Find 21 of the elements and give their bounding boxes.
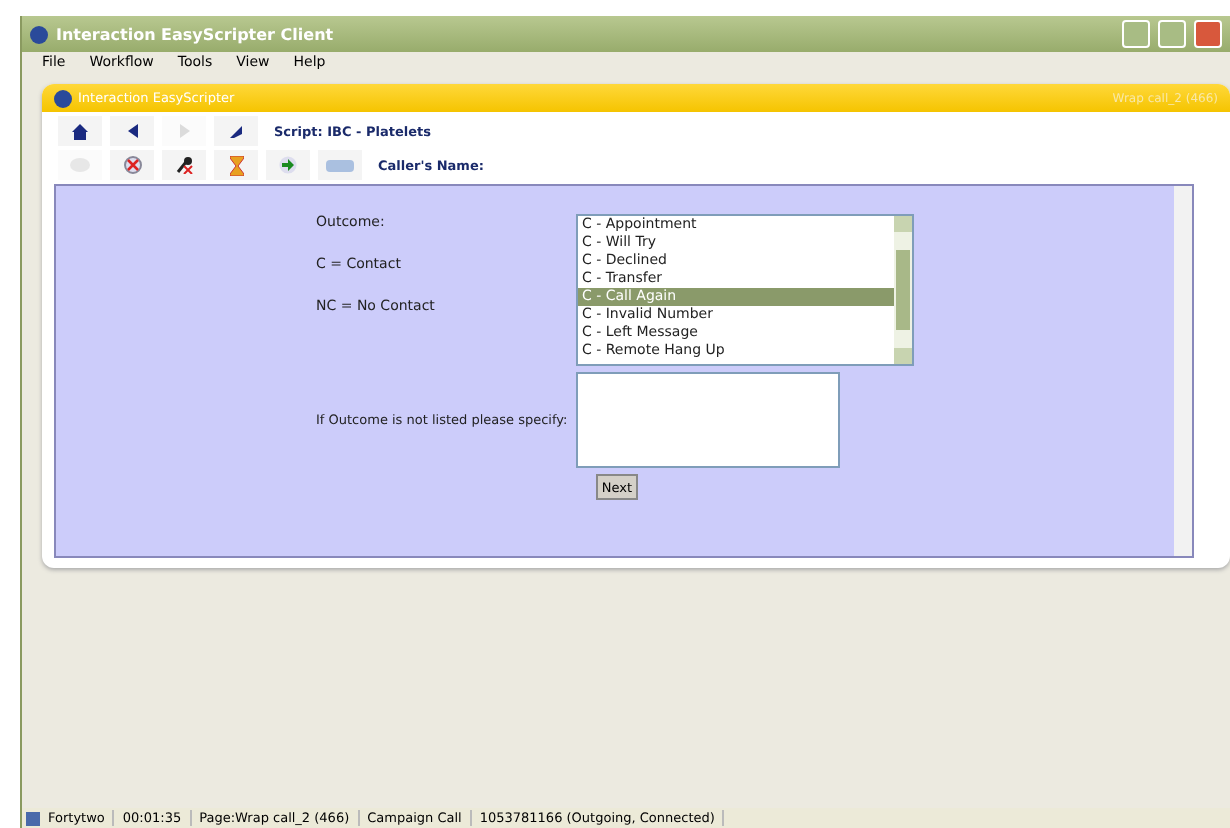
window-title: Interaction EasyScripter Client [56, 25, 336, 43]
specify-field[interactable] [575, 372, 840, 468]
user-icon [26, 811, 40, 825]
toolbar-button[interactable] [58, 116, 102, 146]
minimize-button[interactable] [1122, 20, 1150, 48]
muted-microphone-icon [175, 156, 193, 174]
arrow-bubble-icon [278, 156, 298, 174]
home-icon [72, 123, 88, 139]
toolbar-button[interactable] [110, 116, 154, 146]
globe-icon [30, 25, 48, 43]
maximize-button[interactable] [1158, 20, 1186, 48]
forward-arrow-icon [179, 124, 189, 138]
phone-icon [326, 157, 354, 173]
close-button[interactable] [1194, 20, 1222, 48]
hourglass-icon [229, 155, 243, 175]
refresh-icon [228, 123, 244, 139]
toolbar-button[interactable] [214, 116, 258, 146]
globe-icon [54, 89, 72, 107]
back-arrow-icon [127, 124, 137, 138]
cancel-icon [123, 156, 141, 174]
toolbar-button[interactable] [162, 150, 206, 180]
